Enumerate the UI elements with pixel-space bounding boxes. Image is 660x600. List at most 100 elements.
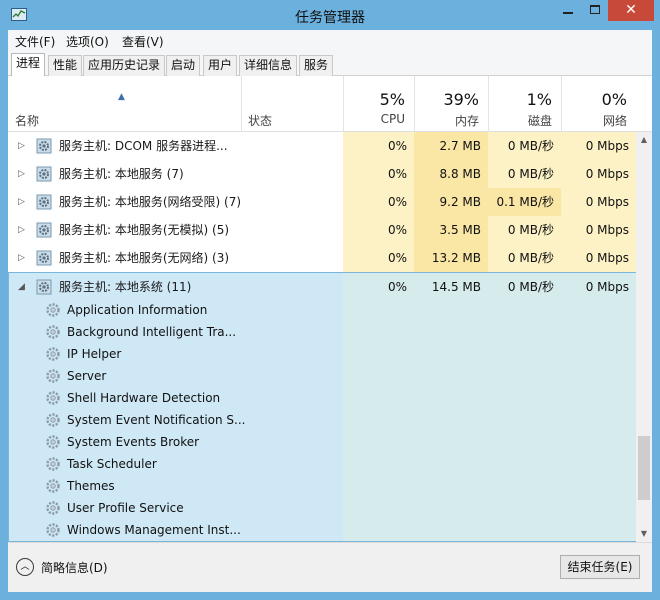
menu-view[interactable]: 查看(V) — [122, 33, 164, 50]
gear-icon — [45, 302, 61, 318]
end-task-button[interactable]: 结束任务(E) — [560, 555, 640, 579]
tab-startup[interactable]: 启动 — [166, 55, 201, 76]
gear-icon — [45, 346, 61, 362]
header-name[interactable]: ▲ 名称 — [8, 76, 241, 132]
header-network-label: 网络 — [602, 114, 627, 128]
service-gear-icon — [36, 279, 52, 295]
sort-ascending-icon: ▲ — [118, 92, 125, 102]
service-row[interactable]: Shell Hardware Detection — [9, 387, 339, 409]
gear-icon — [45, 324, 61, 340]
group-metrics-background — [343, 273, 636, 541]
service-row[interactable]: Themes — [9, 475, 339, 497]
tab-app-history[interactable]: 应用历史记录 — [83, 55, 166, 76]
process-cpu: 0% — [343, 160, 414, 188]
process-network: 0 Mbps — [561, 244, 636, 272]
vertical-scrollbar[interactable]: ▲ ▼ — [636, 132, 652, 542]
service-row[interactable]: System Events Broker — [9, 431, 339, 453]
header-disk[interactable]: 1% 磁盘 — [488, 76, 561, 132]
service-name: Task Scheduler — [67, 457, 157, 471]
scroll-up-icon[interactable]: ▲ — [636, 132, 652, 148]
service-row[interactable]: Application Information — [9, 299, 339, 321]
column-header: ▲ 名称 状态 5% CPU 39% 内存 1% 磁盘 0% 网络 — [8, 76, 652, 132]
tab-details[interactable]: 详细信息 — [239, 55, 298, 76]
header-name-label: 名称 — [15, 114, 40, 128]
close-icon: ✕ — [625, 2, 637, 18]
client-area: 文件(F) 选项(O) 查看(V) 进程 性能 应用历史记录 启动 用户 详细信… — [8, 30, 652, 592]
header-status[interactable]: 状态 — [241, 76, 343, 132]
service-row[interactable]: System Event Notification S... — [9, 409, 339, 431]
maximize-icon — [589, 5, 600, 14]
expand-icon[interactable]: ▷ — [18, 160, 25, 188]
tab-users[interactable]: 用户 — [203, 55, 238, 76]
service-row[interactable]: Server — [9, 365, 339, 387]
expand-icon[interactable]: ▷ — [18, 188, 25, 216]
service-row[interactable]: Task Scheduler — [9, 453, 339, 475]
process-memory: 3.5 MB — [414, 216, 488, 244]
expand-icon[interactable]: ▷ — [18, 244, 25, 272]
title-bar[interactable]: 任务管理器 ✕ — [0, 0, 660, 30]
task-manager-window: 任务管理器 ✕ 文件(F) 选项(O) 查看(V) 进程 性能 应用历史记录 启… — [0, 0, 660, 600]
process-row[interactable]: ▷ 服务主机: DCOM 服务器进程... 0% 2.7 MB 0 MB/秒 0… — [8, 132, 636, 160]
service-row[interactable]: Background Intelligent Tra... — [9, 321, 339, 343]
gear-icon — [45, 412, 61, 428]
maximize-button[interactable] — [581, 0, 608, 21]
process-memory: 13.2 MB — [414, 244, 488, 272]
header-cpu[interactable]: 5% CPU — [343, 76, 414, 132]
header-disk-label: 磁盘 — [527, 114, 552, 128]
network-total: 0% — [601, 90, 627, 109]
process-name: 服务主机: 本地服务(网络受限) (7) — [59, 195, 242, 209]
expand-icon[interactable]: ▷ — [18, 216, 25, 244]
process-row[interactable]: ▷ 服务主机: 本地服务(网络受限) (7) 0% 9.2 MB 0.1 MB/… — [8, 188, 636, 216]
service-row[interactable]: Windows Management Inst... — [9, 519, 339, 541]
process-memory: 14.5 MB — [431, 280, 481, 294]
service-name: System Event Notification S... — [67, 413, 246, 427]
service-name: IP Helper — [67, 347, 122, 361]
process-row[interactable]: ▷ 服务主机: 本地服务 (7) 0% 8.8 MB 0 MB/秒 0 Mbps — [8, 160, 636, 188]
collapse-icon[interactable]: ◢ — [18, 273, 25, 301]
service-name: Themes — [67, 479, 115, 493]
tab-performance[interactable]: 性能 — [48, 55, 83, 76]
scrollbar-thumb[interactable] — [638, 436, 650, 500]
header-memory[interactable]: 39% 内存 — [414, 76, 488, 132]
service-row[interactable]: User Profile Service — [9, 497, 339, 519]
header-network[interactable]: 0% 网络 — [561, 76, 636, 132]
process-row[interactable]: ▷ 服务主机: 本地服务(无网络) (3) 0% 13.2 MB 0 MB/秒 … — [8, 244, 636, 272]
tab-services[interactable]: 服务 — [299, 55, 334, 76]
process-cpu: 0% — [343, 132, 414, 160]
close-button[interactable]: ✕ — [608, 0, 654, 21]
fewer-details-link[interactable]: 简略信息(D) — [41, 559, 108, 576]
service-row[interactable]: IP Helper — [9, 343, 339, 365]
chevron-up-circle-icon[interactable]: ︿ — [16, 558, 34, 576]
process-name: 服务主机: 本地系统 (11) — [59, 280, 192, 294]
expand-icon[interactable]: ▷ — [18, 132, 25, 160]
gear-icon — [45, 434, 61, 450]
menu-options[interactable]: 选项(O) — [66, 33, 109, 50]
process-memory: 8.8 MB — [414, 160, 488, 188]
service-gear-icon — [36, 138, 52, 154]
service-name: Application Information — [67, 303, 208, 317]
process-memory: 9.2 MB — [414, 188, 488, 216]
minimize-button[interactable] — [554, 0, 581, 21]
service-gear-icon — [36, 250, 52, 266]
gear-icon — [45, 456, 61, 472]
tab-processes[interactable]: 进程 — [11, 53, 46, 77]
scroll-down-icon[interactable]: ▼ — [636, 526, 652, 542]
gear-icon — [45, 390, 61, 406]
tab-bar: 进程 性能 应用历史记录 启动 用户 详细信息 服务 — [8, 52, 652, 77]
menu-file[interactable]: 文件(F) — [15, 33, 55, 50]
header-memory-label: 内存 — [454, 114, 479, 128]
process-disk: 0 MB/秒 — [507, 280, 554, 294]
memory-total: 39% — [443, 90, 479, 109]
process-row[interactable]: ▷ 服务主机: 本地服务(无模拟) (5) 0% 3.5 MB 0 MB/秒 0… — [8, 216, 636, 244]
process-row-selected[interactable]: ◢ 服务主机: 本地系统 (11) 0% 14.5 MB 0 MB/秒 0 Mb… — [9, 273, 635, 301]
service-gear-icon — [36, 166, 52, 182]
service-name: Shell Hardware Detection — [67, 391, 221, 405]
service-gear-icon — [36, 194, 52, 210]
expanded-process-group[interactable]: ◢ 服务主机: 本地系统 (11) 0% 14.5 MB 0 MB/秒 0 Mb… — [8, 272, 636, 542]
header-status-label: 状态 — [248, 114, 273, 128]
process-network: 0 Mbps — [561, 160, 636, 188]
cpu-total: 5% — [379, 90, 405, 109]
service-name: System Events Broker — [67, 435, 200, 449]
process-cpu: 0% — [343, 244, 414, 272]
service-name: Server — [67, 369, 107, 383]
